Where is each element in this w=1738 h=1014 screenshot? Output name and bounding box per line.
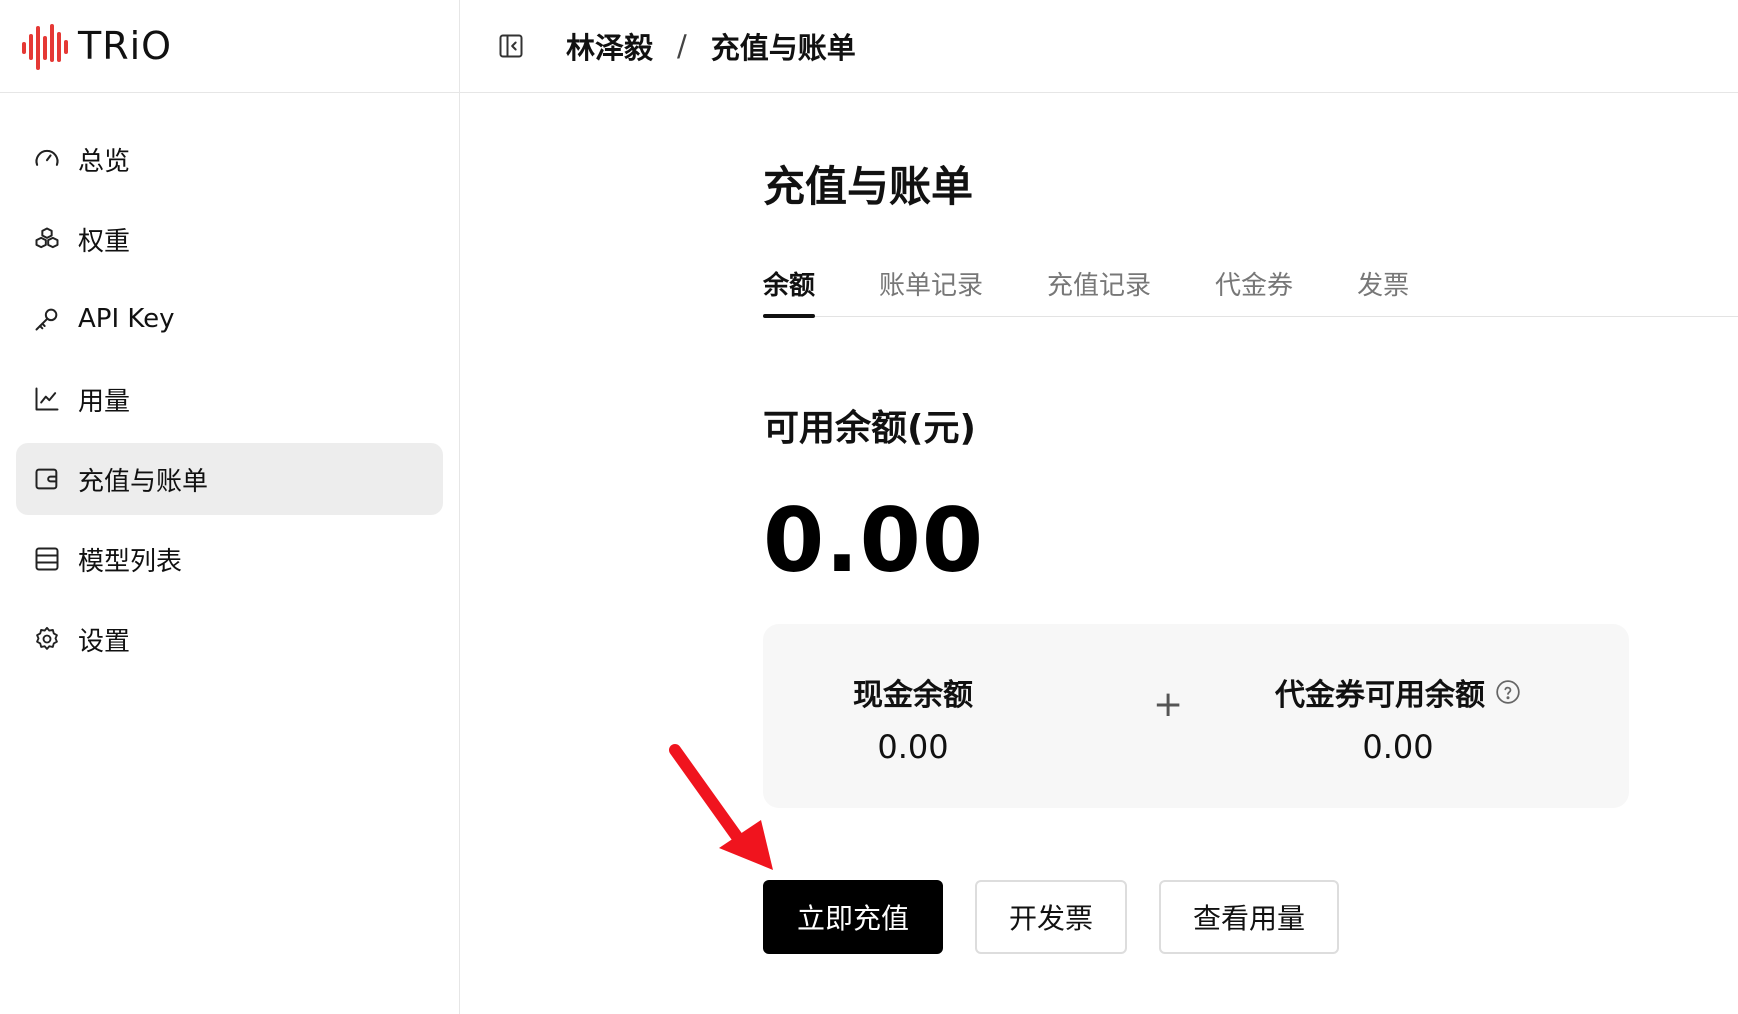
wallet-icon (32, 464, 62, 494)
sidebar-collapse-icon (499, 34, 523, 58)
tab-bill-records[interactable]: 账单记录 (879, 265, 983, 317)
sidebar-item-models[interactable]: 模型列表 (16, 523, 443, 595)
tab-recharge-records[interactable]: 充值记录 (1047, 265, 1151, 317)
sidebar: TRiO 总览 权重 API Key 用量 充值与账单 模型列表 设置 (0, 0, 460, 1014)
voucher-balance-label: 代金券可用余额 (1275, 678, 1485, 713)
sidebar-item-label: 权重 (78, 226, 131, 257)
sidebar-item-label: 设置 (78, 626, 131, 657)
sidebar-item-usage[interactable]: 用量 (16, 363, 443, 435)
available-balance-value: 0.00 (763, 489, 985, 592)
trio-logo-icon (22, 24, 68, 70)
key-icon (32, 304, 62, 334)
sidebar-item-billing[interactable]: 充值与账单 (16, 443, 443, 515)
collapse-sidebar-button[interactable] (494, 29, 528, 63)
voucher-balance-value: 0.00 (1362, 728, 1434, 766)
main-content: 充值与账单 余额 账单记录 充值记录 代金券 发票 可用余额(元) 0.00 现… (763, 93, 1738, 1014)
sidebar-nav: 总览 权重 API Key 用量 充值与账单 模型列表 设置 (0, 93, 459, 675)
topbar: 林泽毅 / 充值与账单 (460, 0, 1738, 93)
view-usage-button[interactable]: 查看用量 (1159, 880, 1339, 954)
sidebar-item-api-key[interactable]: API Key (16, 283, 443, 355)
page-title: 充值与账单 (763, 162, 974, 211)
sidebar-item-label: 总览 (78, 146, 131, 177)
tab-invoices[interactable]: 发票 (1357, 265, 1409, 317)
line-chart-icon (32, 384, 62, 414)
cash-balance-value: 0.00 (877, 728, 949, 766)
plus-sign: + (1153, 684, 1184, 725)
brand-name: TRiO (78, 24, 173, 68)
tab-bar: 余额 账单记录 充值记录 代金券 发票 (763, 265, 1738, 318)
sidebar-item-weights[interactable]: 权重 (16, 203, 443, 275)
sidebar-item-label: 模型列表 (78, 546, 183, 577)
list-icon (32, 544, 62, 574)
logo-bar: TRiO (0, 0, 459, 93)
voucher-balance-title: 代金券可用余额 (1275, 670, 1521, 714)
gear-icon (32, 624, 62, 654)
sidebar-item-label: 充值与账单 (78, 466, 209, 497)
recharge-now-button[interactable]: 立即充值 (763, 880, 943, 954)
breadcrumb-user[interactable]: 林泽毅 (566, 25, 653, 67)
breadcrumb: 林泽毅 / 充值与账单 (566, 25, 856, 67)
cash-balance-label: 现金余额 (853, 678, 973, 713)
help-icon[interactable] (1495, 679, 1521, 705)
issue-invoice-button[interactable]: 开发票 (975, 880, 1127, 954)
voucher-balance-section: 代金券可用余额 0.00 (1253, 670, 1543, 766)
sidebar-item-overview[interactable]: 总览 (16, 123, 443, 195)
breadcrumb-separator: / (677, 29, 687, 63)
sidebar-item-settings[interactable]: 设置 (16, 603, 443, 675)
breadcrumb-current: 充值与账单 (710, 31, 856, 65)
sidebar-item-label: API Key (78, 304, 175, 334)
gauge-icon (32, 144, 62, 174)
tab-balance[interactable]: 余额 (763, 265, 816, 318)
available-balance-label: 可用余额(元) (763, 408, 976, 449)
cash-balance-section: 现金余额 0.00 (823, 670, 1003, 766)
balance-breakdown-card: 现金余额 0.00 + 代金券可用余额 0.00 (763, 624, 1629, 808)
tab-vouchers[interactable]: 代金券 (1215, 265, 1293, 317)
sidebar-item-label: 用量 (78, 386, 131, 417)
boxes-icon (32, 224, 62, 254)
